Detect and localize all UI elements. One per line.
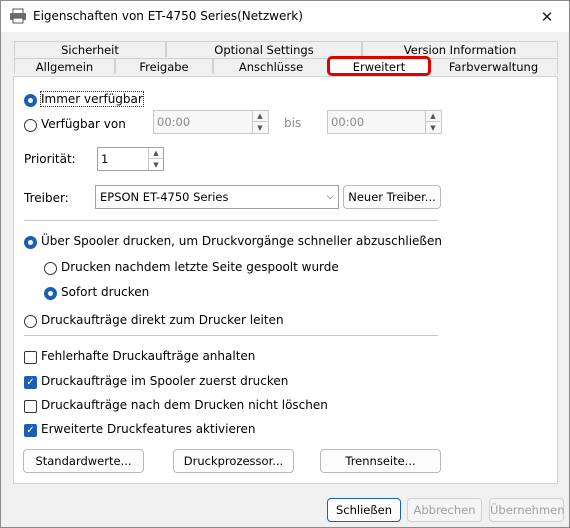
chevron-down-icon: ⌵: [326, 191, 334, 202]
tab-general[interactable]: Allgemein: [14, 58, 115, 74]
driver-value: EPSON ET-4750 Series: [100, 190, 229, 204]
spooler-label: Über Spooler drucken, um Druckvorgänge s…: [41, 234, 442, 248]
tab-strip: Sicherheit Optional Settings Version Inf…: [14, 41, 558, 75]
priority-spinner[interactable]: ▲ ▼: [148, 148, 163, 170]
new-driver-button[interactable]: Neuer Treiber...: [343, 185, 441, 209]
separator-page-button[interactable]: Trennseite...: [320, 449, 441, 473]
advanced-panel: Immer verfügbar Verfügbar von 00:00 ▲ ▼ …: [13, 76, 558, 484]
divider: [24, 335, 438, 336]
always-available-radio[interactable]: [24, 94, 37, 107]
available-from-radio[interactable]: [24, 119, 37, 132]
apply-button[interactable]: Übernehmen: [489, 498, 565, 522]
printer-icon: [10, 8, 26, 24]
time-to-spinner[interactable]: ▲ ▼: [425, 111, 440, 133]
driver-label: Treiber:: [24, 191, 69, 205]
spooled-first-label: Druckaufträge im Spooler zuerst drucken: [41, 374, 289, 388]
spin-up-icon[interactable]: ▲: [253, 111, 267, 122]
priority-value: 1: [101, 152, 109, 166]
close-button[interactable]: Schließen: [327, 498, 401, 522]
active-tab-highlight: [327, 56, 431, 76]
spooled-first-checkbox[interactable]: ✓: [24, 376, 37, 389]
time-from-spinner[interactable]: ▲ ▼: [252, 111, 267, 133]
keep-printed-label: Druckaufträge nach dem Drucken nicht lös…: [41, 398, 328, 412]
tab-security[interactable]: Sicherheit: [14, 41, 166, 57]
tab-version-information[interactable]: Version Information: [362, 41, 558, 57]
priority-label: Priorität:: [24, 152, 76, 166]
available-from-label: Verfügbar von: [41, 117, 126, 131]
print-after-last-page-radio[interactable]: [44, 262, 57, 275]
defaults-button[interactable]: Standardwerte...: [23, 449, 144, 473]
tab-optional-settings[interactable]: Optional Settings: [166, 41, 362, 57]
tab-ports[interactable]: Anschlüsse: [213, 58, 329, 74]
print-immediately-label: Sofort drucken: [61, 285, 150, 299]
hold-mismatched-checkbox[interactable]: [24, 351, 37, 364]
print-immediately-radio[interactable]: [44, 287, 57, 300]
spooler-radio[interactable]: [24, 236, 37, 249]
print-processor-button[interactable]: Druckprozessor...: [173, 449, 294, 473]
divider: [24, 220, 438, 221]
driver-select[interactable]: EPSON ET-4750 Series ⌵: [95, 185, 339, 209]
bis-label: bis: [284, 116, 302, 130]
always-available-label: Immer verfügbar: [40, 91, 144, 107]
tab-sharing[interactable]: Freigabe: [115, 58, 213, 74]
spin-up-icon[interactable]: ▲: [426, 111, 440, 122]
spin-up-icon[interactable]: ▲: [149, 148, 163, 159]
spin-down-icon[interactable]: ▼: [149, 159, 163, 170]
window-title: Eigenschaften von ET-4750 Series(Netzwer…: [33, 9, 303, 23]
tab-color-management[interactable]: Farbverwaltung: [429, 58, 558, 74]
cancel-button[interactable]: Abbrechen: [407, 498, 482, 522]
keep-printed-checkbox[interactable]: [24, 400, 37, 413]
print-direct-radio[interactable]: [24, 315, 37, 328]
title-bar: Eigenschaften von ET-4750 Series(Netzwer…: [1, 1, 569, 32]
properties-window: Eigenschaften von ET-4750 Series(Netzwer…: [0, 0, 570, 528]
advanced-features-checkbox[interactable]: ✓: [24, 424, 37, 437]
close-icon[interactable]: ✕: [525, 1, 569, 32]
time-from-value: 00:00: [157, 115, 191, 129]
print-after-last-page-label: Drucken nachdem letzte Seite gespoolt wu…: [61, 260, 339, 274]
time-to-value: 00:00: [331, 115, 365, 129]
print-direct-label: Druckaufträge direkt zum Drucker leiten: [41, 313, 284, 327]
spin-down-icon[interactable]: ▼: [253, 122, 267, 133]
hold-mismatched-label: Fehlerhafte Druckaufträge anhalten: [41, 349, 256, 363]
spin-down-icon[interactable]: ▼: [426, 122, 440, 133]
advanced-features-label: Erweiterte Druckfeatures aktivieren: [41, 422, 256, 436]
